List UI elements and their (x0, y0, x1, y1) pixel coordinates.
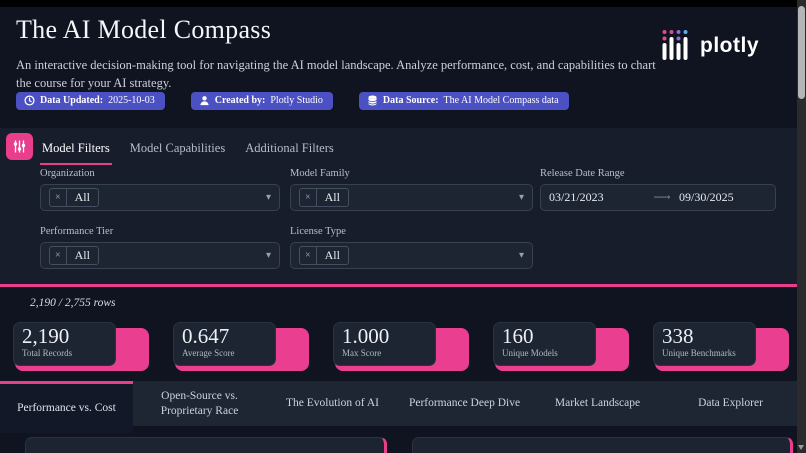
chevron-down-icon[interactable]: ▾ (266, 251, 271, 261)
license-type-select[interactable]: × All ▾ (290, 242, 533, 269)
chevron-down-icon[interactable]: ▾ (519, 251, 524, 261)
chip-remove-icon[interactable]: × (50, 189, 67, 206)
date-end-value[interactable]: 09/30/2025 (679, 190, 767, 205)
stat-value: 160 (502, 325, 595, 348)
tab-model-filters[interactable]: Model Filters (40, 140, 112, 165)
scrollbar[interactable] (797, 0, 806, 453)
date-range-input[interactable]: 03/21/2023 ⟶ 09/30/2025 (540, 184, 776, 211)
organization-filter: Organization × All ▾ (40, 168, 280, 211)
chart-card-right (412, 437, 793, 453)
tab-performance-deep-dive[interactable]: Performance Deep Dive (398, 381, 531, 426)
badge-row: Data Updated: 2025-10-03 Created by: Plo… (16, 92, 569, 110)
stat-label: Unique Models (502, 348, 595, 358)
selected-value-chip: × All (49, 188, 99, 207)
chart-card-left (25, 437, 387, 453)
stat-label: Max Score (342, 348, 435, 358)
stat-card-average-score: 0.647 Average Score (173, 322, 309, 371)
selected-value: All (67, 247, 98, 264)
selected-value-chip: × All (299, 246, 349, 265)
chevron-down-icon[interactable]: ▾ (266, 193, 271, 203)
model-family-label: Model Family (290, 168, 533, 179)
license-type-filter: License Type × All ▾ (290, 226, 533, 269)
model-family-select[interactable]: × All ▾ (290, 184, 533, 211)
stat-label: Total Records (22, 348, 115, 358)
badge-value: 2025-10-03 (108, 95, 155, 106)
chevron-down-icon[interactable]: ▾ (519, 193, 524, 203)
selected-value-chip: × All (299, 188, 349, 207)
window-top-bar (0, 0, 806, 7)
clock-icon (24, 95, 35, 106)
stat-value: 0.647 (182, 325, 275, 348)
app-window: The AI Model Compass An interactive deci… (0, 0, 806, 453)
data-source-badge: Data Source: The AI Model Compass data (359, 92, 569, 110)
badge-value: Plotly Studio (270, 95, 323, 106)
scrollbar-thumb[interactable] (798, 6, 805, 99)
scroll-down-icon[interactable] (798, 445, 804, 450)
data-updated-badge: Data Updated: 2025-10-03 (16, 92, 165, 110)
release-date-label: Release Date Range (540, 168, 776, 179)
page-subtitle: An interactive decision-making tool for … (16, 56, 664, 92)
badge-label: Created by: (215, 95, 266, 106)
stat-card-unique-benchmarks: 338 Unique Benchmarks (653, 322, 789, 371)
rows-summary: 2,190 / 2,755 rows (30, 297, 116, 309)
stat-label: Unique Benchmarks (662, 348, 755, 358)
tab-data-explorer[interactable]: Data Explorer (664, 381, 797, 426)
selected-value: All (317, 247, 348, 264)
organization-label: Organization (40, 168, 280, 179)
performance-tier-filter: Performance Tier × All ▾ (40, 226, 280, 269)
badge-value: The AI Model Compass data (444, 95, 559, 106)
selected-value-chip: × All (49, 246, 99, 265)
stat-value: 1.000 (342, 325, 435, 348)
page-title: The AI Model Compass (16, 15, 271, 45)
release-date-filter: Release Date Range 03/21/2023 ⟶ 09/30/20… (540, 168, 776, 211)
stat-card-unique-models: 160 Unique Models (493, 322, 629, 371)
filter-sliders-icon[interactable] (6, 133, 33, 160)
tab-additional-filters[interactable]: Additional Filters (243, 140, 336, 165)
selected-value: All (67, 189, 98, 206)
organization-select[interactable]: × All ▾ (40, 184, 280, 211)
stat-card-total-records: 2,190 Total Records (13, 322, 149, 371)
plotly-logo: plotly (660, 29, 759, 63)
view-tabs: Performance vs. Cost Open-Source vs. Pro… (0, 381, 797, 426)
model-family-filter: Model Family × All ▾ (290, 168, 533, 211)
tab-market-landscape[interactable]: Market Landscape (531, 381, 664, 426)
user-icon (199, 95, 210, 106)
plotly-logo-icon (660, 29, 692, 63)
stat-card-max-score: 1.000 Max Score (333, 322, 469, 371)
stat-label: Average Score (182, 348, 275, 358)
performance-tier-select[interactable]: × All ▾ (40, 242, 280, 269)
tab-performance-vs-cost[interactable]: Performance vs. Cost (0, 381, 133, 433)
badge-label: Data Source: (383, 95, 439, 106)
database-icon (367, 95, 378, 106)
date-arrow-icon: ⟶ (645, 190, 679, 205)
performance-tier-label: Performance Tier (40, 226, 280, 237)
plotly-logo-text: plotly (700, 34, 759, 58)
created-by-badge: Created by: Plotly Studio (191, 92, 333, 110)
tab-model-capabilities[interactable]: Model Capabilities (128, 140, 227, 165)
license-type-label: License Type (290, 226, 533, 237)
date-start-value[interactable]: 03/21/2023 (549, 190, 645, 205)
selected-value: All (317, 189, 348, 206)
filter-tabs: Model Filters Model Capabilities Additio… (40, 140, 336, 165)
tab-evolution-of-ai[interactable]: The Evolution of AI (266, 381, 399, 426)
chip-remove-icon[interactable]: × (50, 247, 67, 264)
chip-remove-icon[interactable]: × (300, 247, 317, 264)
badge-label: Data Updated: (40, 95, 103, 106)
stat-value: 338 (662, 325, 755, 348)
chip-remove-icon[interactable]: × (300, 189, 317, 206)
stat-value: 2,190 (22, 325, 115, 348)
filter-panel: Model Filters Model Capabilities Additio… (0, 128, 797, 287)
tab-open-source-vs-proprietary[interactable]: Open-Source vs. Proprietary Race (133, 381, 266, 426)
